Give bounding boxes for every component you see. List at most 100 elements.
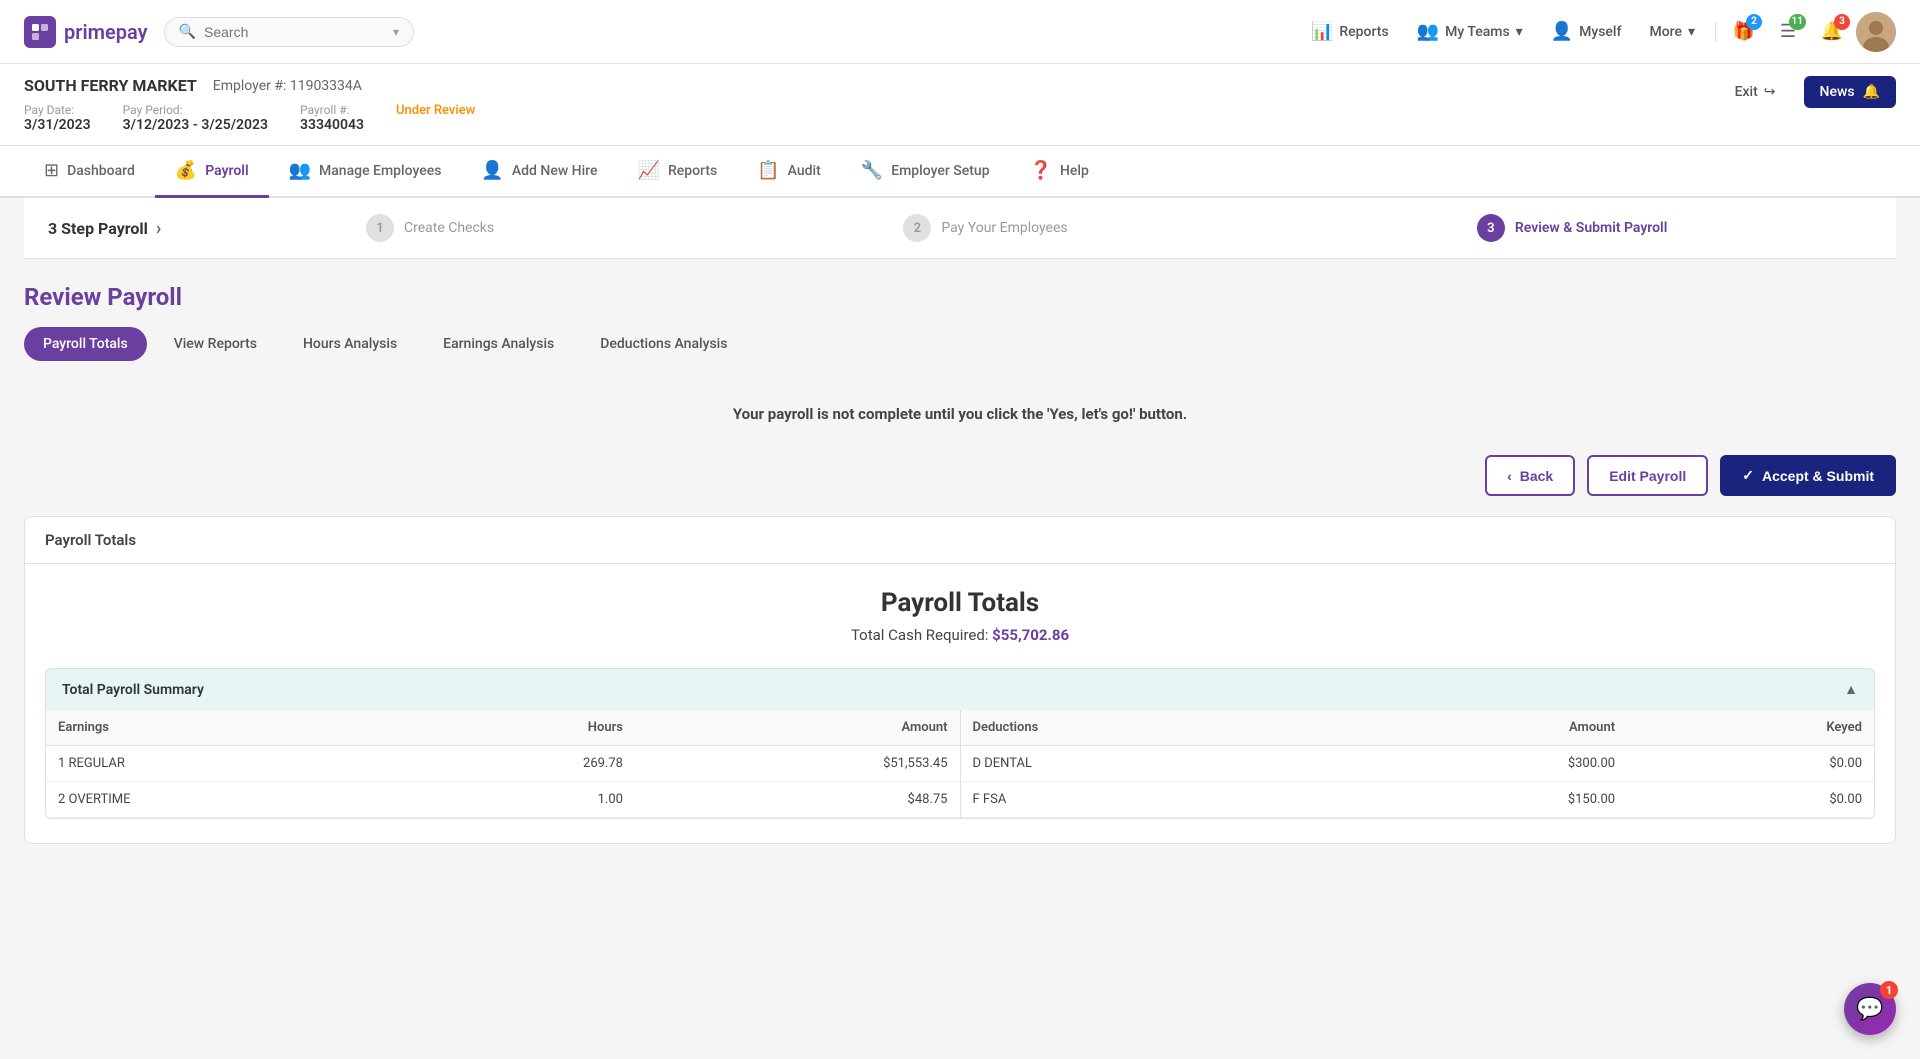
nav-more-label: More xyxy=(1649,24,1682,40)
payroll-num-value: 33340043 xyxy=(300,117,364,133)
pay-date-label: Pay Date: xyxy=(24,103,91,117)
employer-meta: Pay Date: 3/31/2023 Pay Period: 3/12/202… xyxy=(24,103,475,133)
manage-employees-icon: 👥 xyxy=(289,160,311,181)
warning-text: Your payroll is not complete until you c… xyxy=(733,405,1187,423)
earning-hours-1: 1.00 xyxy=(400,782,635,818)
accept-submit-button[interactable]: ✓ Accept & Submit xyxy=(1720,455,1896,496)
deduction-name-0: D DENTAL xyxy=(961,746,1333,782)
sub-tab-deductions-analysis[interactable]: Deductions Analysis xyxy=(581,327,746,361)
sub-tabs: Payroll Totals View Reports Hours Analys… xyxy=(24,327,1896,361)
sub-tab-view-reports[interactable]: View Reports xyxy=(155,327,276,361)
exit-label: Exit xyxy=(1735,84,1758,100)
tab-manage-employees[interactable]: 👥 Manage Employees xyxy=(269,146,462,198)
sub-tab-hours-analysis[interactable]: Hours Analysis xyxy=(284,327,416,361)
main-tabs: ⊞ Dashboard 💰 Payroll 👥 Manage Employees… xyxy=(0,146,1920,198)
list-button[interactable]: ☰ 11 xyxy=(1768,12,1808,52)
tab-help[interactable]: ❓ Help xyxy=(1010,146,1109,198)
audit-icon: 📋 xyxy=(757,160,779,181)
nav-my-teams-label: My Teams xyxy=(1445,24,1510,40)
payroll-num-item: Payroll #: 33340043 xyxy=(300,103,364,133)
step-3-num: 3 xyxy=(1477,214,1505,242)
tab-reports[interactable]: 📈 Reports xyxy=(618,146,738,198)
total-cash-required: Total Cash Required: $55,702.86 xyxy=(45,626,1875,644)
notification-button[interactable]: 🔔 3 xyxy=(1812,12,1852,52)
chat-badge: 1 xyxy=(1880,981,1898,999)
tab-payroll[interactable]: 💰 Payroll xyxy=(155,146,269,198)
steps-container: 1 Create Checks 2 Pay Your Employees 3 R… xyxy=(161,214,1872,242)
tab-employer-setup[interactable]: 🔧 Employer Setup xyxy=(841,146,1010,198)
exit-button[interactable]: Exit ↪ xyxy=(1723,78,1788,106)
employer-info: SOUTH FERRY MARKET Employer #: 11903334A… xyxy=(24,76,475,133)
sub-tab-earnings-analysis[interactable]: Earnings Analysis xyxy=(424,327,573,361)
step-1[interactable]: 1 Create Checks xyxy=(366,214,494,242)
gifts-button[interactable]: 🎁 2 xyxy=(1724,12,1764,52)
back-label: Back xyxy=(1520,468,1553,484)
logo-text: primepay xyxy=(64,20,148,44)
deduction-keyed-0: $0.00 xyxy=(1627,746,1874,782)
tab-audit[interactable]: 📋 Audit xyxy=(737,146,841,198)
summary-header-label: Total Payroll Summary xyxy=(62,682,204,698)
status-badge[interactable]: Under Review xyxy=(396,103,475,133)
sub-tab-payroll-totals[interactable]: Payroll Totals xyxy=(24,327,147,361)
nav-left: primepay 🔍 ▾ xyxy=(24,16,414,48)
exit-icon: ↪ xyxy=(1764,84,1776,100)
deduction-row-1: F FSA $150.00 $0.00 xyxy=(961,782,1875,818)
top-navigation: primepay 🔍 ▾ 📊 Reports 👥 My Teams ▾ 👤 My… xyxy=(0,0,1920,64)
pay-period-item: Pay Period: 3/12/2023 - 3/25/2023 xyxy=(123,103,268,133)
earning-name-1: 2 OVERTIME xyxy=(46,782,400,818)
deductions-amount-col-header: Amount xyxy=(1332,710,1627,746)
my-teams-chevron-icon: ▾ xyxy=(1516,24,1523,40)
avatar[interactable] xyxy=(1856,12,1896,52)
step-3[interactable]: 3 Review & Submit Payroll xyxy=(1477,214,1667,242)
nav-reports-label: Reports xyxy=(1339,24,1388,40)
reports-icon: 📊 xyxy=(1311,21,1333,42)
search-input[interactable] xyxy=(204,24,385,40)
reports-tab-icon: 📈 xyxy=(638,160,660,181)
nav-myself-label: Myself xyxy=(1579,24,1621,40)
step-2-num: 2 xyxy=(903,214,931,242)
earnings-col-header: Earnings xyxy=(46,710,400,746)
step-payroll-title: 3 Step Payroll › xyxy=(48,218,161,239)
earning-amount-0: $51,553.45 xyxy=(635,746,960,782)
payroll-totals-title: Payroll Totals xyxy=(45,588,1875,618)
employer-number: Employer #: 11903334A xyxy=(213,78,362,94)
news-button[interactable]: News 🔔 xyxy=(1804,76,1896,108)
edit-payroll-button[interactable]: Edit Payroll xyxy=(1587,455,1708,496)
deductions-table-half: Deductions Amount Keyed D DENTAL $300.00 xyxy=(961,710,1875,818)
nav-reports[interactable]: 📊 Reports xyxy=(1299,13,1401,50)
summary-header[interactable]: Total Payroll Summary ▲ xyxy=(46,669,1874,710)
nav-more[interactable]: More ▾ xyxy=(1637,16,1707,48)
earning-name-0: 1 REGULAR xyxy=(46,746,400,782)
logo[interactable]: primepay xyxy=(24,16,148,48)
logo-icon xyxy=(24,16,56,48)
earning-amount-1: $48.75 xyxy=(635,782,960,818)
step-3-label: Review & Submit Payroll xyxy=(1515,220,1667,236)
more-chevron-icon: ▾ xyxy=(1688,24,1695,40)
search-box[interactable]: 🔍 ▾ xyxy=(164,17,414,47)
step-1-num: 1 xyxy=(366,214,394,242)
pay-date-value: 3/31/2023 xyxy=(24,117,91,133)
back-button[interactable]: ‹ Back xyxy=(1485,455,1575,496)
card-header: Payroll Totals xyxy=(25,517,1895,564)
earning-hours-0: 269.78 xyxy=(400,746,635,782)
chat-button[interactable]: 💬 1 xyxy=(1844,983,1896,1035)
total-cash-value: $55,702.86 xyxy=(992,626,1069,644)
deduction-name-1: F FSA xyxy=(961,782,1333,818)
content-area: 3 Step Payroll › 1 Create Checks 2 Pay Y… xyxy=(0,198,1920,884)
step-1-label: Create Checks xyxy=(404,220,494,236)
tab-add-new-hire-label: Add New Hire xyxy=(512,163,598,179)
nav-myself[interactable]: 👤 Myself xyxy=(1539,13,1634,50)
tab-dashboard[interactable]: ⊞ Dashboard xyxy=(24,146,155,198)
pay-period-label: Pay Period: xyxy=(123,103,268,117)
employer-header: SOUTH FERRY MARKET Employer #: 11903334A… xyxy=(0,64,1920,146)
tab-add-new-hire[interactable]: 👤 Add New Hire xyxy=(461,146,617,198)
keyed-col-header: Keyed xyxy=(1627,710,1874,746)
chat-icon: 💬 xyxy=(1856,997,1883,1022)
bell-badge: 3 xyxy=(1834,14,1850,30)
list-badge: 11 xyxy=(1789,14,1806,30)
earnings-row-0: 1 REGULAR 269.78 $51,553.45 xyxy=(46,746,960,782)
nav-my-teams[interactable]: 👥 My Teams ▾ xyxy=(1405,13,1535,50)
accept-icon: ✓ xyxy=(1742,467,1754,484)
tab-payroll-label: Payroll xyxy=(205,163,248,179)
step-2[interactable]: 2 Pay Your Employees xyxy=(903,214,1067,242)
